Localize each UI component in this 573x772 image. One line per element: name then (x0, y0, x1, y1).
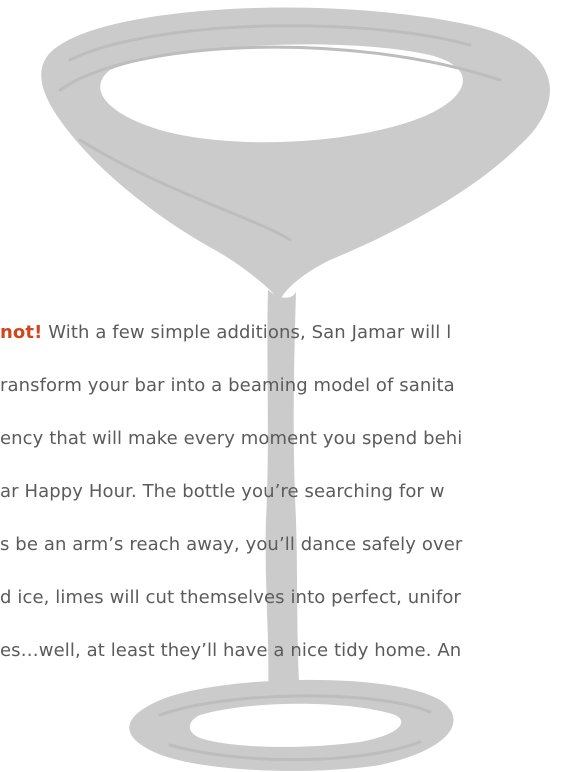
body-line-5: s be an arm’s reach away, you’ll dance s… (0, 534, 462, 555)
body-line-2: ransform your bar into a beaming model o… (0, 375, 455, 396)
emphasis-not: not! (0, 322, 43, 343)
body-line-6: d ice, limes will cut themselves into pe… (0, 587, 461, 608)
line-text: d ice, limes will cut themselves into pe… (0, 587, 461, 608)
body-line-4: ar Happy Hour. The bottle you’re searchi… (0, 481, 445, 502)
line-text: ar Happy Hour. The bottle you’re searchi… (0, 481, 445, 502)
line-text: ency that will make every moment you spe… (0, 428, 463, 449)
body-line-7: es…well, at least they’ll have a nice ti… (0, 640, 461, 661)
line-text: es…well, at least they’ll have a nice ti… (0, 640, 462, 661)
line-text: With a few simple additions, San Jamar w… (42, 322, 452, 343)
line-text: s be an arm’s reach away, you’ll dance s… (0, 534, 463, 555)
body-line-3: ency that will make every moment you spe… (0, 428, 462, 449)
page: not! With a few simple additions, San Ja… (0, 0, 573, 772)
body-text: not! With a few simple additions, San Ja… (0, 300, 573, 740)
body-line-1: not! With a few simple additions, San Ja… (0, 322, 451, 343)
line-text: ransform your bar into a beaming model o… (0, 375, 455, 396)
